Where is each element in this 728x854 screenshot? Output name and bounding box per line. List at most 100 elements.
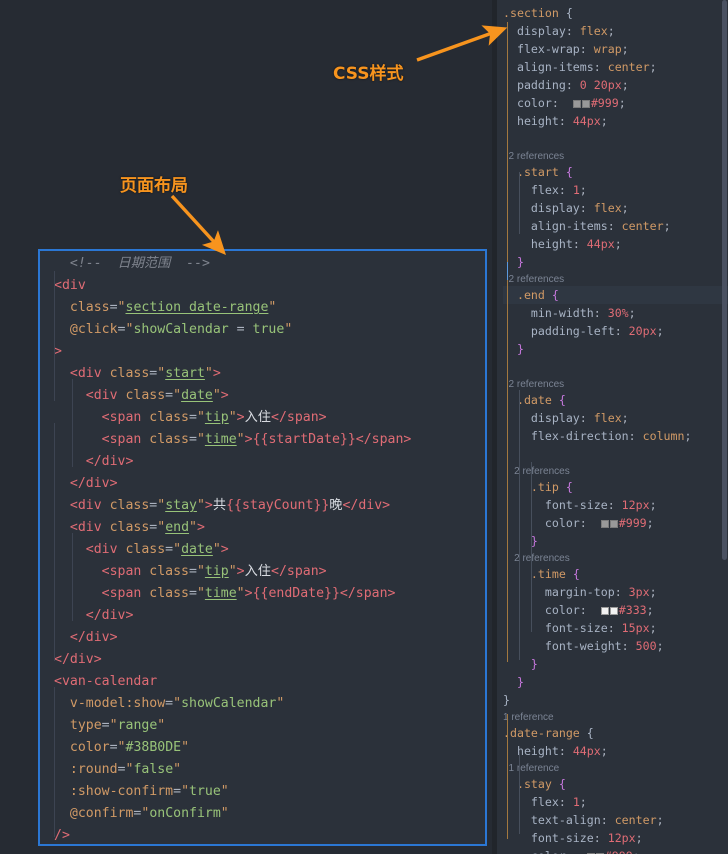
css-code-line[interactable]: .section { bbox=[503, 4, 728, 22]
css-style-pane[interactable]: .section { display: flex; flex-wrap: wra… bbox=[497, 0, 728, 854]
css-code-line[interactable]: flex-wrap: wrap; bbox=[503, 40, 728, 58]
css-code-line[interactable]: font-size: 12px; bbox=[503, 829, 728, 847]
code-line[interactable]: </div> bbox=[54, 473, 485, 495]
code-token: : bbox=[558, 183, 573, 197]
css-code-line[interactable]: } bbox=[503, 340, 728, 358]
scrollbar-thumb[interactable] bbox=[722, 0, 727, 560]
css-code-line[interactable]: .start { bbox=[503, 163, 728, 181]
codelens-reference[interactable]: 1 reference bbox=[503, 760, 728, 775]
code-token: type bbox=[69, 718, 102, 733]
color-swatch-icon[interactable] bbox=[572, 100, 581, 108]
css-code-line[interactable]: color: #999; bbox=[503, 94, 728, 112]
code-line[interactable]: <span class="time">{{startDate}}</span> bbox=[54, 429, 485, 451]
code-line[interactable]: </div> bbox=[54, 627, 485, 649]
css-code-line[interactable] bbox=[503, 358, 728, 376]
code-line[interactable]: </div> bbox=[54, 605, 485, 627]
css-code-line[interactable]: padding: 0 20px; bbox=[503, 76, 728, 94]
code-token: { bbox=[558, 393, 566, 407]
css-code-line[interactable]: flex: 1; bbox=[503, 793, 728, 811]
code-line[interactable]: v-model:show="showCalendar" bbox=[54, 693, 485, 715]
codelens-reference[interactable]: 2 references bbox=[503, 271, 728, 286]
css-code-line[interactable]: } bbox=[503, 691, 728, 709]
color-swatch-icon[interactable] bbox=[609, 520, 618, 528]
color-swatch-icon[interactable] bbox=[600, 607, 609, 615]
code-line[interactable]: <div class="date"> bbox=[54, 385, 485, 407]
css-code-line[interactable]: font-size: 12px; bbox=[503, 496, 728, 514]
css-code-line[interactable]: color: #999; bbox=[503, 514, 728, 532]
css-code-line[interactable]: display: flex; bbox=[503, 199, 728, 217]
css-code-line[interactable]: height: 44px; bbox=[503, 742, 728, 760]
code-line[interactable]: <div class="end"> bbox=[54, 517, 485, 539]
css-code-line[interactable]: flex-direction: column; bbox=[503, 427, 728, 445]
code-line[interactable]: color="#38B0DE" bbox=[54, 737, 485, 759]
code-line[interactable]: <!-- 日期范围 --> bbox=[54, 253, 485, 275]
css-code-line[interactable]: min-width: 30%; bbox=[503, 304, 728, 322]
code-line[interactable]: <span class="tip">入住</span> bbox=[54, 407, 485, 429]
code-line[interactable]: class="section date-range" bbox=[54, 297, 485, 319]
code-line[interactable]: <div bbox=[54, 275, 485, 297]
codelens-reference[interactable]: 1 reference bbox=[503, 709, 728, 724]
css-code-line[interactable]: height: 44px; bbox=[503, 235, 728, 253]
page-layout-code-box[interactable]: <!-- 日期范围 --> <div class="section date-ra… bbox=[38, 249, 487, 846]
code-token: showCalendar bbox=[181, 696, 277, 711]
code-line[interactable]: > bbox=[54, 341, 485, 363]
code-line[interactable]: :show-confirm="true" bbox=[54, 781, 485, 803]
css-pane-scrollbar[interactable] bbox=[722, 0, 727, 854]
css-code-line[interactable]: display: flex; bbox=[503, 409, 728, 427]
css-code-line[interactable]: font-weight: 500; bbox=[503, 637, 728, 655]
css-code-line[interactable]: .date { bbox=[503, 391, 728, 409]
code-line[interactable]: <van-calendar bbox=[54, 671, 485, 693]
color-swatch-icon[interactable] bbox=[609, 607, 618, 615]
code-line[interactable]: /> bbox=[54, 825, 485, 844]
code-token: > bbox=[244, 586, 253, 601]
code-line[interactable]: <span class="time">{{endDate}}</span> bbox=[54, 583, 485, 605]
css-code-line[interactable]: .stay { bbox=[503, 775, 728, 793]
css-code-line[interactable]: align-items: center; bbox=[503, 217, 728, 235]
css-code-line[interactable] bbox=[503, 445, 728, 463]
codelens-reference[interactable]: 2 references bbox=[503, 550, 728, 565]
code-token: height bbox=[503, 237, 573, 251]
code-line[interactable]: @confirm="onConfirm" bbox=[54, 803, 485, 825]
code-line[interactable]: <span class="tip">入住</span> bbox=[54, 561, 485, 583]
code-line[interactable]: <div class="date"> bbox=[54, 539, 485, 561]
css-code-line[interactable] bbox=[503, 130, 728, 148]
css-code-line[interactable]: } bbox=[503, 673, 728, 691]
code-line[interactable]: </div> bbox=[54, 649, 485, 671]
css-code-line[interactable]: height: 44px; bbox=[503, 112, 728, 130]
code-token: <div bbox=[69, 366, 110, 381]
code-line[interactable]: :round="false" bbox=[54, 759, 485, 781]
css-code-line[interactable]: .time { bbox=[503, 565, 728, 583]
css-code-line[interactable]: .end { bbox=[503, 286, 728, 304]
code-token: " bbox=[189, 520, 197, 535]
code-token: class bbox=[149, 410, 189, 425]
code-token: ; bbox=[621, 42, 629, 56]
code-line[interactable]: <div class="start"> bbox=[54, 363, 485, 385]
codelens-reference[interactable]: 2 references bbox=[503, 148, 728, 163]
css-code-line[interactable]: } bbox=[503, 532, 728, 550]
css-code-line[interactable]: .tip { bbox=[503, 478, 728, 496]
css-code-line[interactable]: } bbox=[503, 655, 728, 673]
codelens-reference[interactable]: 2 references bbox=[503, 376, 728, 391]
color-swatch-icon[interactable] bbox=[600, 520, 609, 528]
css-code-line[interactable]: color: #999; bbox=[503, 847, 728, 854]
code-line[interactable]: @click="showCalendar = true" bbox=[54, 319, 485, 341]
css-code-line[interactable]: text-align: center; bbox=[503, 811, 728, 829]
css-code-line[interactable]: font-size: 15px; bbox=[503, 619, 728, 637]
css-code-line[interactable]: .date-range { bbox=[503, 724, 728, 742]
color-swatch-icon[interactable] bbox=[581, 100, 590, 108]
css-code-line[interactable]: align-items: center; bbox=[503, 58, 728, 76]
code-line[interactable]: type="range" bbox=[54, 715, 485, 737]
css-code-lines[interactable]: .section { display: flex; flex-wrap: wra… bbox=[503, 4, 728, 854]
css-code-line[interactable]: display: flex; bbox=[503, 22, 728, 40]
code-token: ; bbox=[649, 621, 657, 635]
css-code-line[interactable]: padding-left: 20px; bbox=[503, 322, 728, 340]
css-code-line[interactable]: margin-top: 3px; bbox=[503, 583, 728, 601]
html-code-lines[interactable]: <!-- 日期范围 --> <div class="section date-ra… bbox=[54, 253, 485, 844]
css-code-line[interactable]: flex: 1; bbox=[503, 181, 728, 199]
codelens-reference[interactable]: 2 references bbox=[503, 463, 728, 478]
css-code-line[interactable]: color: #333; bbox=[503, 601, 728, 619]
code-line[interactable]: </div> bbox=[54, 451, 485, 473]
code-line[interactable]: <div class="stay">共{{stayCount}}晚</div> bbox=[54, 495, 485, 517]
css-code-line[interactable]: } bbox=[503, 253, 728, 271]
